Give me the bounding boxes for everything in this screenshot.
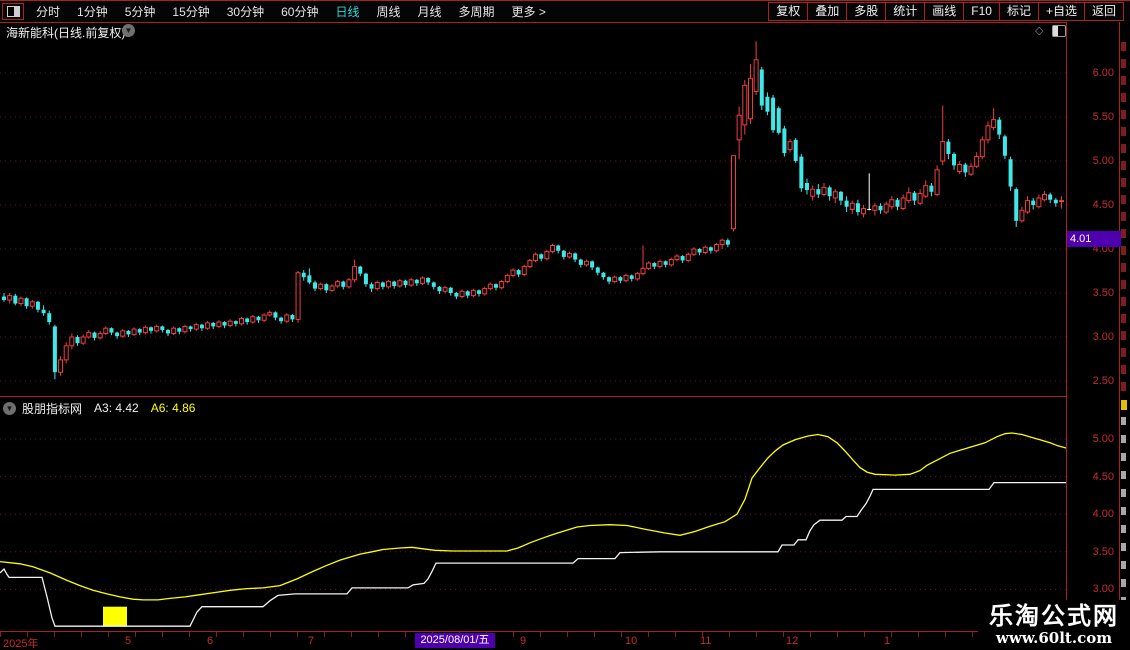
month-label: 7 — [308, 635, 315, 647]
axis-label: 4.00 — [1092, 508, 1114, 520]
month-label: 11 — [700, 635, 712, 647]
multi-stock-button[interactable]: 多股 — [846, 2, 887, 21]
month-label: 9 — [520, 635, 527, 647]
f10-button[interactable]: F10 — [963, 2, 1000, 21]
axis-label: 3.00 — [1092, 583, 1114, 595]
axis-label: 6.00 — [1092, 67, 1114, 79]
year-label: 2025年 — [3, 638, 39, 650]
price-axis: 6.00 5.50 5.00 4.50 4.00 3.50 3.00 2.50 … — [1066, 22, 1120, 631]
back-button[interactable]: 返回 — [1083, 2, 1124, 21]
indicator-header: ▼ 股朋指标网 A3: 4.42 A6: 4.86 — [0, 400, 195, 416]
axis-label: 3.50 — [1092, 287, 1114, 299]
axis-label: 5.00 — [1092, 155, 1114, 167]
indicator-a6-value: A6: 4.86 — [150, 401, 196, 415]
chevron-down-icon[interactable]: ▼ — [3, 401, 16, 415]
mark-button[interactable]: 标记 — [998, 2, 1039, 21]
period-tabs: 分时 1分钟 5分钟 15分钟 30分钟 60分钟 日线 周线 月线 多周期 更… — [36, 3, 546, 20]
tab-5min[interactable]: 5分钟 — [125, 3, 156, 20]
window-split-icon[interactable] — [2, 3, 24, 20]
last-price-badge: 4.01 — [1067, 231, 1121, 247]
indicator-a3-value: A3: 4.42 — [94, 401, 139, 415]
month-label: 1 — [884, 635, 891, 647]
draw-line-button[interactable]: 画线 — [924, 2, 965, 21]
fuquan-button[interactable]: 复权 — [768, 2, 809, 21]
add-watchlist-button[interactable]: +自选 — [1037, 2, 1085, 21]
watermark-title: 乐淘公式网 — [989, 602, 1119, 630]
stats-button[interactable]: 统计 — [885, 2, 926, 21]
clipped-text-fragment — [1121, 400, 1127, 410]
axis-label: 4.50 — [1092, 471, 1114, 483]
indicator-name[interactable]: 股朋指标网 — [22, 400, 82, 417]
tab-15min[interactable]: 15分钟 — [172, 3, 209, 20]
month-label: 6 — [207, 635, 214, 647]
axis-label: 5.00 — [1092, 433, 1114, 445]
toolbar-buttons: 复权 叠加 多股 统计 画线 F10 标记 +自选 返回 — [768, 2, 1124, 21]
tab-30min[interactable]: 30分钟 — [227, 3, 264, 20]
axis-label: 2.50 — [1092, 375, 1114, 387]
highlighted-date-badge: 2025/08/01/五 — [415, 633, 495, 648]
trading-app-window: 分时 1分钟 5分钟 15分钟 30分钟 60分钟 日线 周线 月线 多周期 更… — [0, 0, 1130, 650]
month-label: 12 — [786, 635, 799, 647]
axis-label: 3.00 — [1092, 331, 1114, 343]
right-clipped-strip — [1120, 22, 1130, 632]
watermark: 乐淘公式网 www.60lt.com — [978, 600, 1130, 650]
axis-label: 3.50 — [1092, 546, 1114, 558]
watermark-url: www.60lt.com — [995, 628, 1113, 647]
axis-label: 5.50 — [1092, 111, 1114, 123]
candlestick-chart[interactable] — [0, 22, 1066, 396]
month-label: 10 — [625, 635, 638, 647]
date-tick-marks — [0, 632, 1066, 637]
date-axis: 2025年 5 6 7 9 10 11 12 1 2025/08/01/五 — [0, 631, 1130, 650]
month-label: 5 — [125, 635, 132, 647]
axis-label: 4.50 — [1092, 199, 1114, 211]
overlay-button[interactable]: 叠加 — [807, 2, 848, 21]
tab-60min[interactable]: 60分钟 — [281, 3, 318, 20]
tab-multi-period[interactable]: 多周期 — [459, 3, 495, 20]
indicator-chart[interactable] — [0, 398, 1066, 631]
tab-weekly[interactable]: 周线 — [376, 3, 400, 20]
panel-separator — [0, 396, 1130, 397]
clipped-text-fragments — [1121, 42, 1126, 392]
tab-fenshi[interactable]: 分时 — [36, 3, 60, 20]
tab-monthly[interactable]: 月线 — [418, 3, 442, 20]
tab-1min[interactable]: 1分钟 — [77, 3, 108, 20]
tab-more[interactable]: 更多 > — [512, 3, 546, 20]
period-toolbar: 分时 1分钟 5分钟 15分钟 30分钟 60分钟 日线 周线 月线 多周期 更… — [0, 0, 1130, 23]
tab-daily[interactable]: 日线 — [335, 3, 359, 20]
